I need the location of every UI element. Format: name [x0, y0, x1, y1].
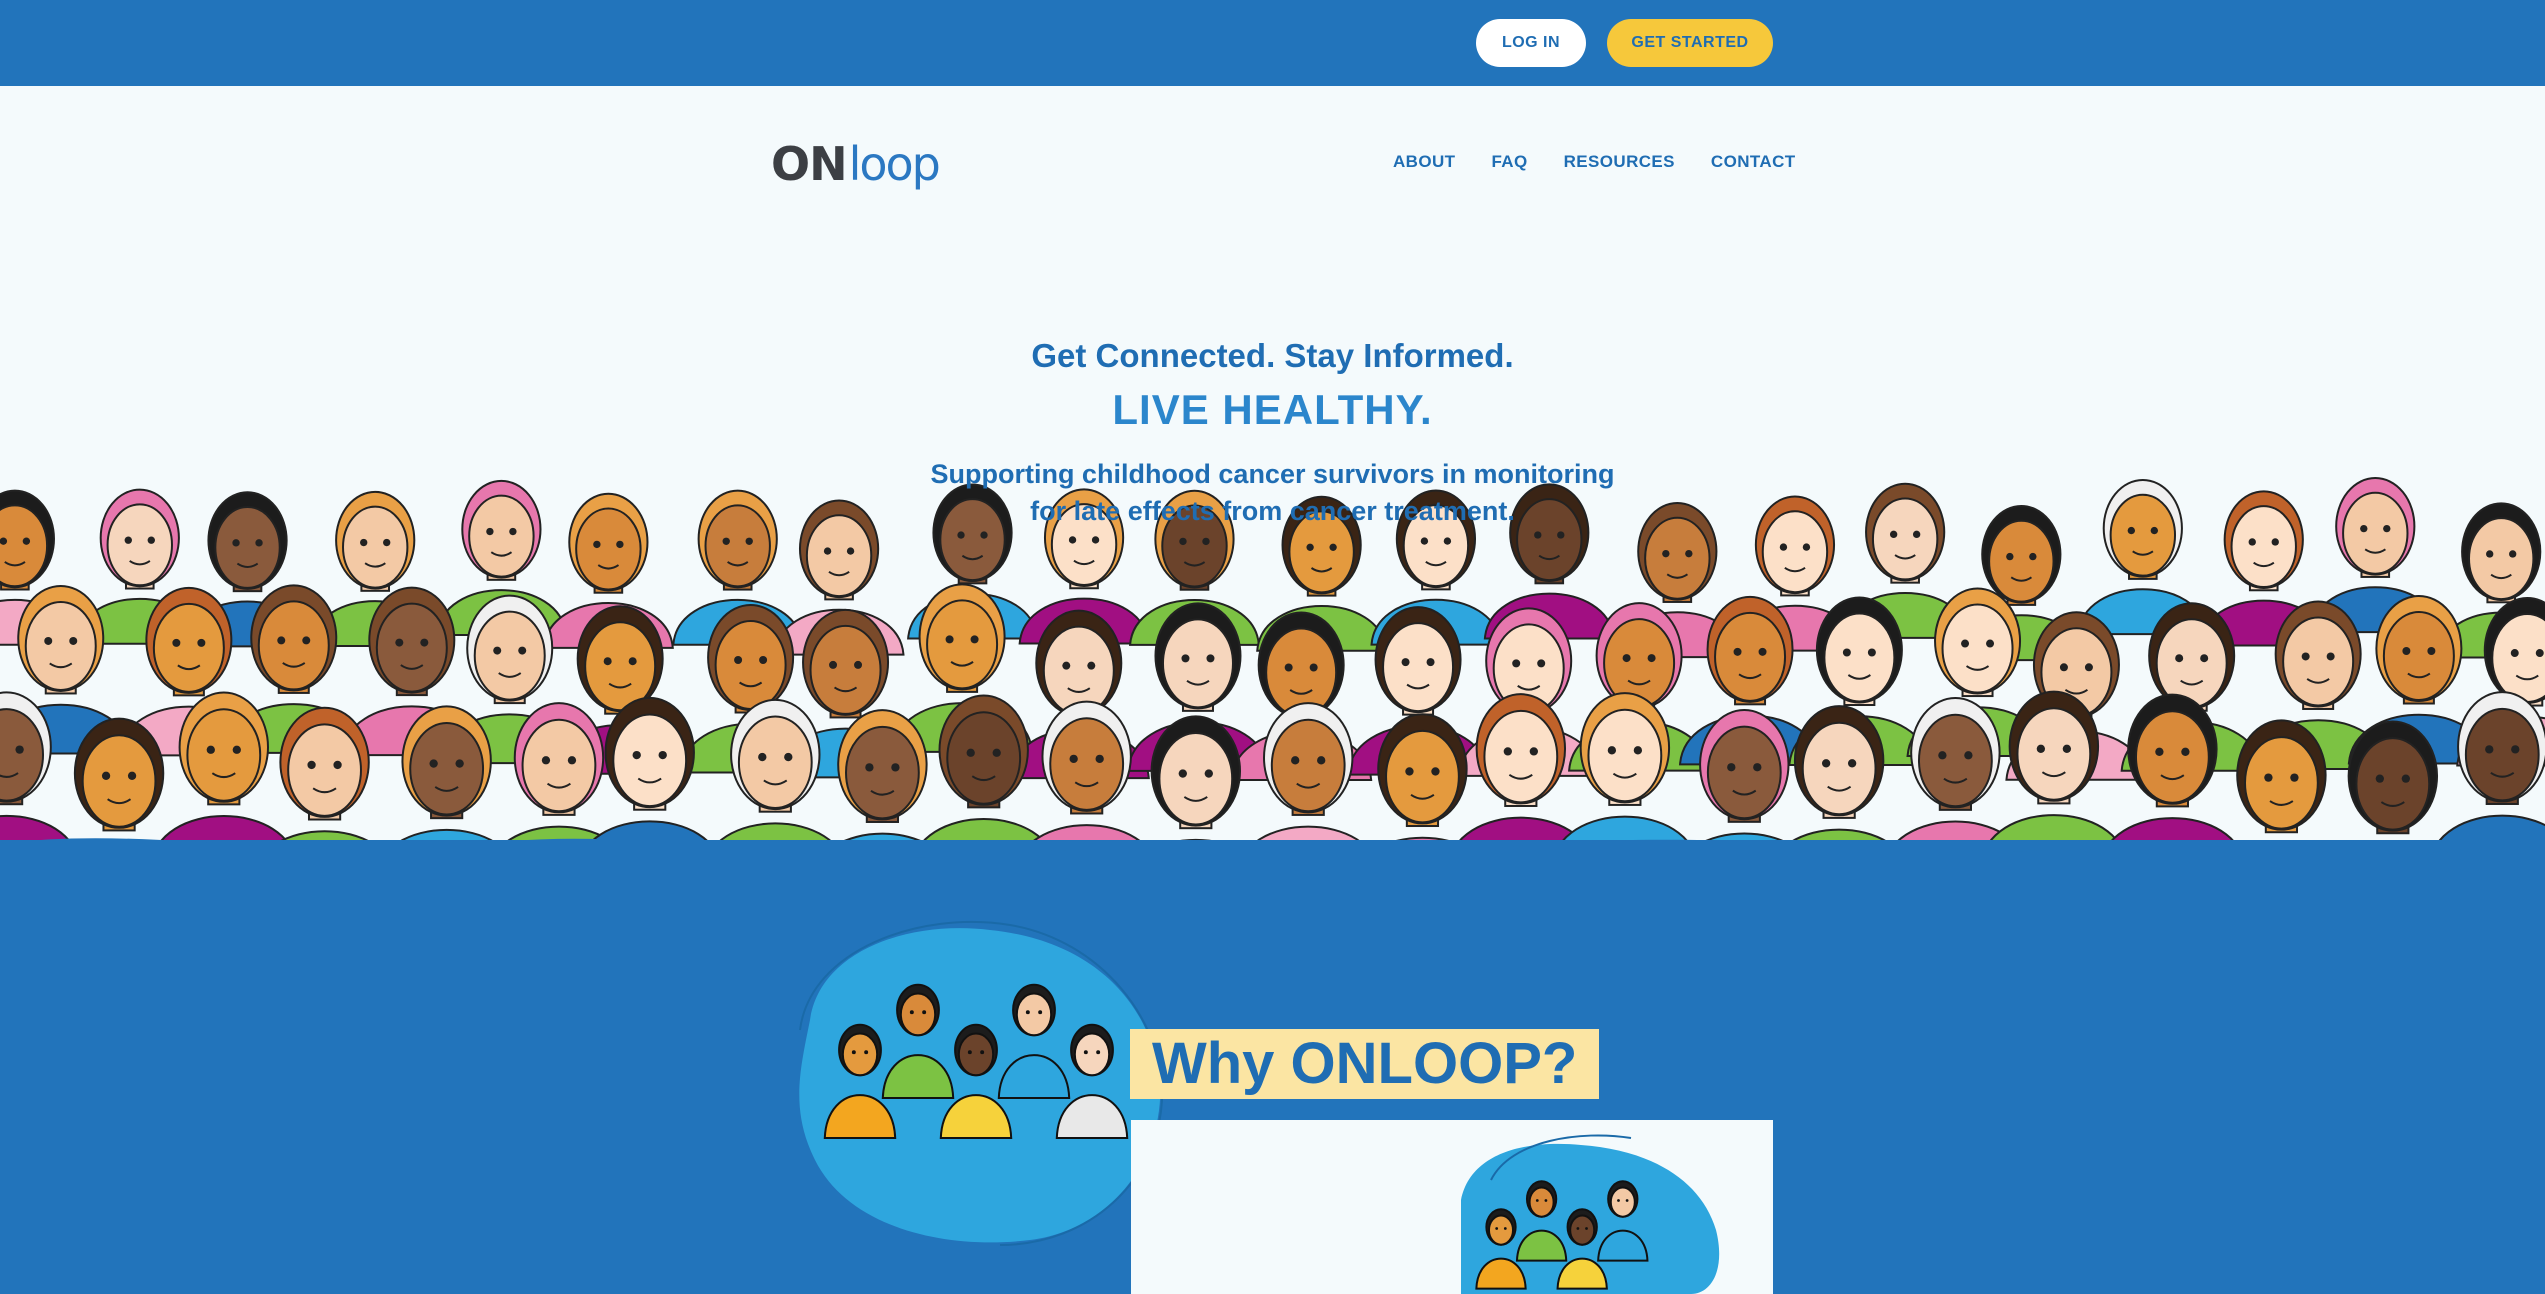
nav-resources[interactable]: RESOURCES — [1564, 152, 1675, 172]
group-illustration — [799, 920, 1164, 1246]
logo-on-text: ON — [771, 137, 848, 191]
nav-contact[interactable]: CONTACT — [1711, 152, 1796, 172]
top-bar: LOG IN GET STARTED — [0, 0, 2545, 86]
hero-tagline: Get Connected. Stay Informed. — [1031, 337, 1514, 374]
logo-loop-text: loop — [848, 137, 941, 191]
onloop-logo[interactable]: ON loop — [771, 134, 941, 194]
hero-headline: LIVE HEALTHY. — [1112, 386, 1433, 433]
get-started-button[interactable]: GET STARTED — [1607, 19, 1773, 67]
why-title: Why ONLOOP? — [1130, 1029, 1600, 1099]
wave-divider — [0, 838, 2545, 874]
hero-section: Get Connected. Stay Informed. LIVE HEALT… — [0, 236, 2545, 886]
nav-faq[interactable]: FAQ — [1491, 152, 1527, 172]
login-button[interactable]: LOG IN — [1476, 19, 1586, 67]
main-nav: ABOUT FAQ RESOURCES CONTACT — [1357, 152, 1796, 172]
card-group-illustration — [1461, 1134, 1720, 1294]
site-header: ON loop ABOUT FAQ RESOURCES CONTACT — [0, 86, 2545, 236]
why-card — [1131, 1120, 1773, 1294]
nav-about[interactable]: ABOUT — [1393, 152, 1455, 172]
hero-description: Supporting childhood cancer survivors in… — [930, 459, 1615, 526]
hero-text: Get Connected. Stay Informed. LIVE HEALT… — [0, 336, 2545, 530]
